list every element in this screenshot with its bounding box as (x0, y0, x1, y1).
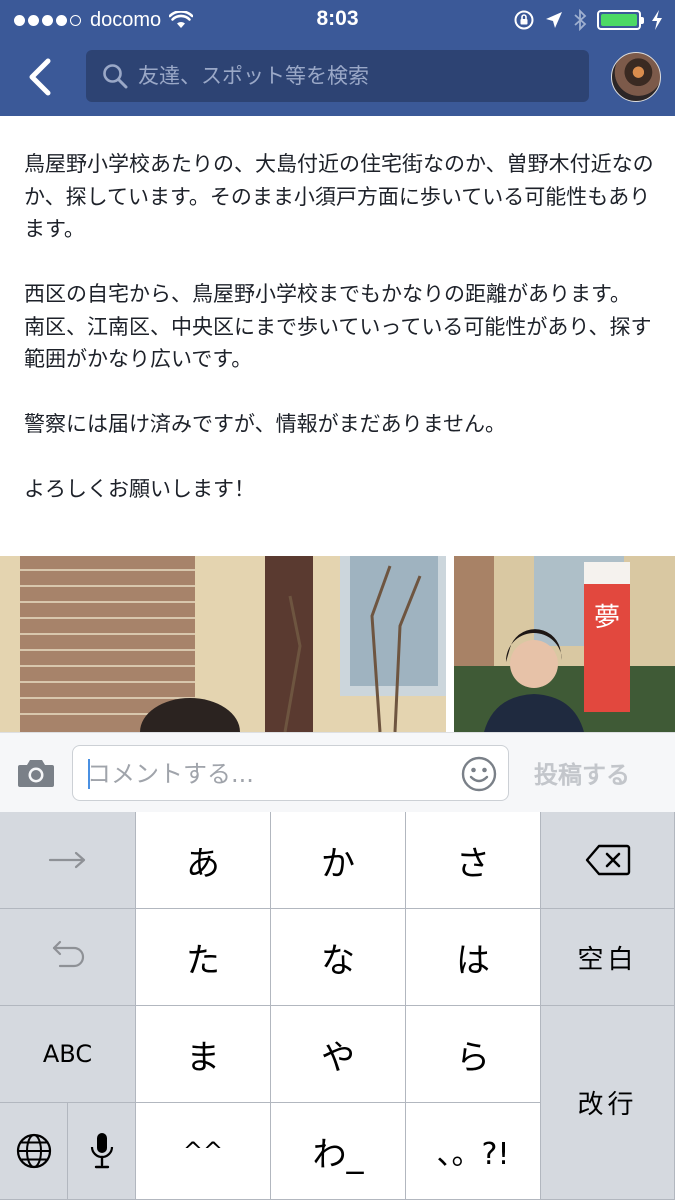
dictation-key[interactable] (68, 1103, 136, 1200)
post-photo[interactable]: 夢 (454, 556, 675, 732)
kana-key[interactable]: わ_ (271, 1103, 406, 1200)
kana-key[interactable]: か (271, 812, 406, 909)
photo-woman-banner: 夢 (454, 556, 675, 732)
search-input[interactable] (138, 64, 558, 88)
post-paragraph: 警察には届け済みですが、情報がまだありません。 (24, 412, 506, 436)
undo-icon (52, 940, 84, 968)
space-key[interactable]: 空白 (541, 909, 675, 1006)
photo-house-wall (0, 556, 446, 732)
emoji-smile-icon[interactable] (461, 756, 497, 792)
comment-bar: 投稿する (0, 732, 675, 812)
top-bar: docomo 8:03 (0, 0, 675, 116)
return-key[interactable]: 改行 (541, 1006, 675, 1200)
microphone-icon (90, 1133, 113, 1169)
profile-avatar[interactable] (611, 52, 661, 102)
status-bar: docomo 8:03 (0, 0, 675, 40)
kana-key[interactable]: さ (406, 812, 541, 909)
bluetooth-icon (574, 9, 587, 31)
location-arrow-icon (546, 12, 562, 28)
kana-key[interactable]: 、。?! (406, 1103, 541, 1200)
space-key-label: 空白 (577, 944, 638, 975)
comment-box[interactable] (72, 745, 509, 801)
back-chevron-icon[interactable] (22, 55, 58, 99)
text-caret (88, 759, 90, 789)
kana-key[interactable]: や (271, 1006, 406, 1103)
globe-key[interactable] (0, 1103, 68, 1200)
post-photos: 夢 (0, 556, 675, 732)
camera-icon[interactable] (16, 757, 56, 789)
kana-key[interactable]: ま (136, 1006, 271, 1103)
abc-key[interactable]: ABC (0, 1006, 136, 1103)
nav-bar (0, 40, 675, 116)
kana-key[interactable]: た (136, 909, 271, 1006)
arrow-right-icon (48, 851, 85, 869)
kana-key[interactable]: ^^ (136, 1103, 271, 1200)
abc-key-label: ABC (42, 1040, 93, 1068)
post-paragraph: 南区、江南区、中央区にまで歩いていっている可能性があり、探す範囲がかなり広いです… (24, 314, 652, 372)
battery-level (601, 14, 637, 26)
banner-text: 夢 (594, 603, 620, 633)
globe-icon (16, 1133, 51, 1169)
charging-bolt-icon (652, 10, 662, 30)
backspace-icon (585, 844, 630, 876)
undo-key[interactable] (0, 909, 136, 1006)
kana-key[interactable]: ら (406, 1006, 541, 1103)
kana-key[interactable]: な (271, 909, 406, 1006)
kana-key[interactable]: は (406, 909, 541, 1006)
status-icons (513, 8, 663, 32)
delete-key[interactable] (541, 812, 675, 909)
post-paragraph: 西区の自宅から、鳥屋野小学校までもかなりの距離があります。 (24, 282, 631, 306)
comment-input[interactable] (87, 756, 447, 792)
next-candidate-key[interactable] (0, 812, 136, 909)
post-body: 鳥屋野小学校あたりの、大島付近の住宅街なのか、曽野木付近なのか、探しています。そ… (24, 148, 654, 506)
kaomoji-key-label: ^^ (182, 1137, 224, 1165)
keyboard: あ か さ た な は 空白 ABC ま や ら 改行 ^^ わ_ 、。?! (0, 812, 675, 1200)
rotation-lock-icon (514, 10, 534, 30)
battery-icon (597, 10, 644, 30)
kana-key[interactable]: あ (136, 812, 271, 909)
post-paragraph: 鳥屋野小学校あたりの、大島付近の住宅街なのか、曽野木付近なのか、探しています。そ… (24, 152, 654, 241)
post-photo[interactable] (0, 556, 446, 732)
search-icon (103, 64, 128, 89)
punctuation-key-label: 、。?! (436, 1137, 510, 1172)
return-key-label: 改行 (577, 1090, 638, 1120)
post-comment-button[interactable]: 投稿する (534, 755, 630, 790)
post-paragraph: よろしくお願いします！ (24, 477, 255, 501)
search-bar[interactable] (86, 50, 589, 102)
